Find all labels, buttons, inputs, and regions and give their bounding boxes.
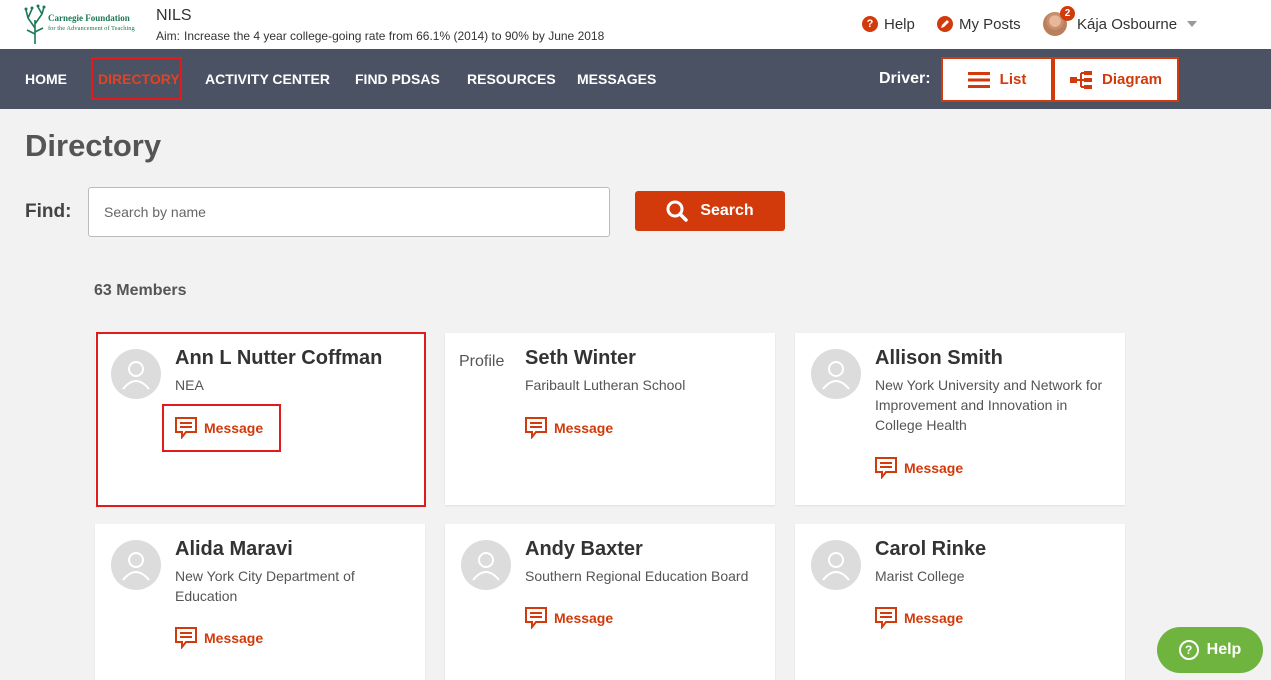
question-icon: ? [862, 16, 878, 32]
driver-list-label: List [999, 71, 1027, 88]
driver-diagram-label: Diagram [1101, 71, 1163, 88]
logo-subtitle: for the Advancement of Teaching [48, 25, 135, 32]
find-label: Find: [25, 201, 72, 222]
aim-statement: Aim: Increase the 4 year college-going ra… [156, 29, 604, 43]
message-label: Message [554, 610, 614, 626]
my-posts-label: My Posts [959, 15, 1021, 33]
member-name[interactable]: Andy Baxter [525, 538, 643, 561]
message-button[interactable]: Message [525, 416, 613, 440]
member-org: Southern Regional Education Board [525, 568, 749, 584]
member-card: Andy Baxter Southern Regional Education … [445, 524, 775, 680]
avatar: 2 [1043, 6, 1075, 36]
driver-list-button[interactable]: List [941, 57, 1053, 102]
floating-help-button[interactable]: ? Help [1157, 627, 1263, 673]
nav-activity-center[interactable]: ACTIVITY CENTER [205, 49, 330, 109]
nav-resources[interactable]: RESOURCES [467, 49, 556, 109]
message-label: Message [904, 460, 964, 476]
chat-bubble-icon [525, 417, 547, 439]
default-avatar-icon [111, 540, 161, 590]
help-label: Help [884, 15, 915, 33]
nav-find-pdsas[interactable]: FIND PDSAS [355, 49, 440, 109]
message-button-highlight-box [162, 404, 281, 452]
user-name: Kája Osbourne [1077, 15, 1178, 33]
aim-label: Aim: [156, 29, 180, 43]
member-org: Faribault Lutheran School [525, 377, 686, 393]
message-button[interactable]: Message [875, 456, 963, 480]
question-icon: ? [1178, 640, 1199, 660]
member-card: Carol Rinke Marist College Message [795, 524, 1125, 680]
search-button[interactable]: Search [635, 191, 785, 231]
pencil-icon [937, 16, 953, 32]
message-label: Message [554, 420, 614, 436]
floating-help-label: Help [1206, 641, 1242, 658]
chat-bubble-icon [875, 607, 897, 629]
chevron-down-icon [1187, 21, 1198, 27]
help-link[interactable]: ? Help [862, 14, 915, 34]
list-icon [967, 71, 990, 88]
main-nav: HOME DIRECTORY ACTIVITY CENTER FIND PDSA… [0, 49, 1271, 109]
message-label: Message [904, 610, 964, 626]
search-button-label: Search [700, 202, 754, 219]
search-icon [666, 200, 689, 222]
member-org: Marist College [875, 568, 965, 584]
profile-alt-text: Profile [459, 353, 505, 370]
notification-badge: 2 [1060, 6, 1075, 21]
aim-text: Increase the 4 year college-going rate f… [184, 29, 605, 43]
chat-bubble-icon [175, 627, 197, 649]
app-name: NILS [156, 7, 192, 24]
diagram-icon [1069, 70, 1092, 89]
member-org: New York University and Network for Impr… [875, 377, 1103, 433]
members-count: 63 Members [94, 282, 187, 299]
my-posts-link[interactable]: My Posts [937, 14, 1021, 34]
broken-image-icon: Profile [459, 333, 509, 383]
member-name[interactable]: Allison Smith [875, 347, 1003, 370]
message-button[interactable]: Message [175, 626, 263, 650]
page-title: Directory [25, 128, 162, 163]
carnegie-logo[interactable]: Carnegie Foundation for the Advancement … [24, 4, 150, 44]
message-label: Message [204, 630, 264, 646]
tree-logo-icon [24, 4, 46, 44]
member-card: Alida Maravi New York City Department of… [95, 524, 425, 680]
nav-messages[interactable]: MESSAGES [577, 49, 656, 109]
member-card: Profile Seth Winter Faribault Lutheran S… [445, 333, 775, 505]
default-avatar-icon [811, 349, 861, 399]
search-input[interactable] [88, 187, 610, 237]
member-card: Allison Smith New York University and Ne… [795, 333, 1125, 505]
default-avatar-icon [811, 540, 861, 590]
top-header: Carnegie Foundation for the Advancement … [0, 0, 1271, 49]
default-avatar-icon [461, 540, 511, 590]
logo-title: Carnegie Foundation [48, 13, 130, 23]
message-button[interactable]: Message [525, 606, 613, 630]
chat-bubble-icon [875, 457, 897, 479]
driver-diagram-button[interactable]: Diagram [1053, 57, 1179, 102]
member-name[interactable]: Carol Rinke [875, 538, 986, 561]
driver-label: Driver: [879, 70, 931, 87]
user-menu[interactable]: 2 Kája Osbourne [1043, 6, 1198, 38]
directory-highlight-box [91, 57, 182, 100]
nav-home[interactable]: HOME [25, 49, 67, 109]
chat-bubble-icon [525, 607, 547, 629]
message-button[interactable]: Message [875, 606, 963, 630]
member-name[interactable]: Alida Maravi [175, 538, 293, 561]
member-name[interactable]: Seth Winter [525, 347, 636, 370]
member-org: New York City Department of Education [175, 568, 355, 604]
